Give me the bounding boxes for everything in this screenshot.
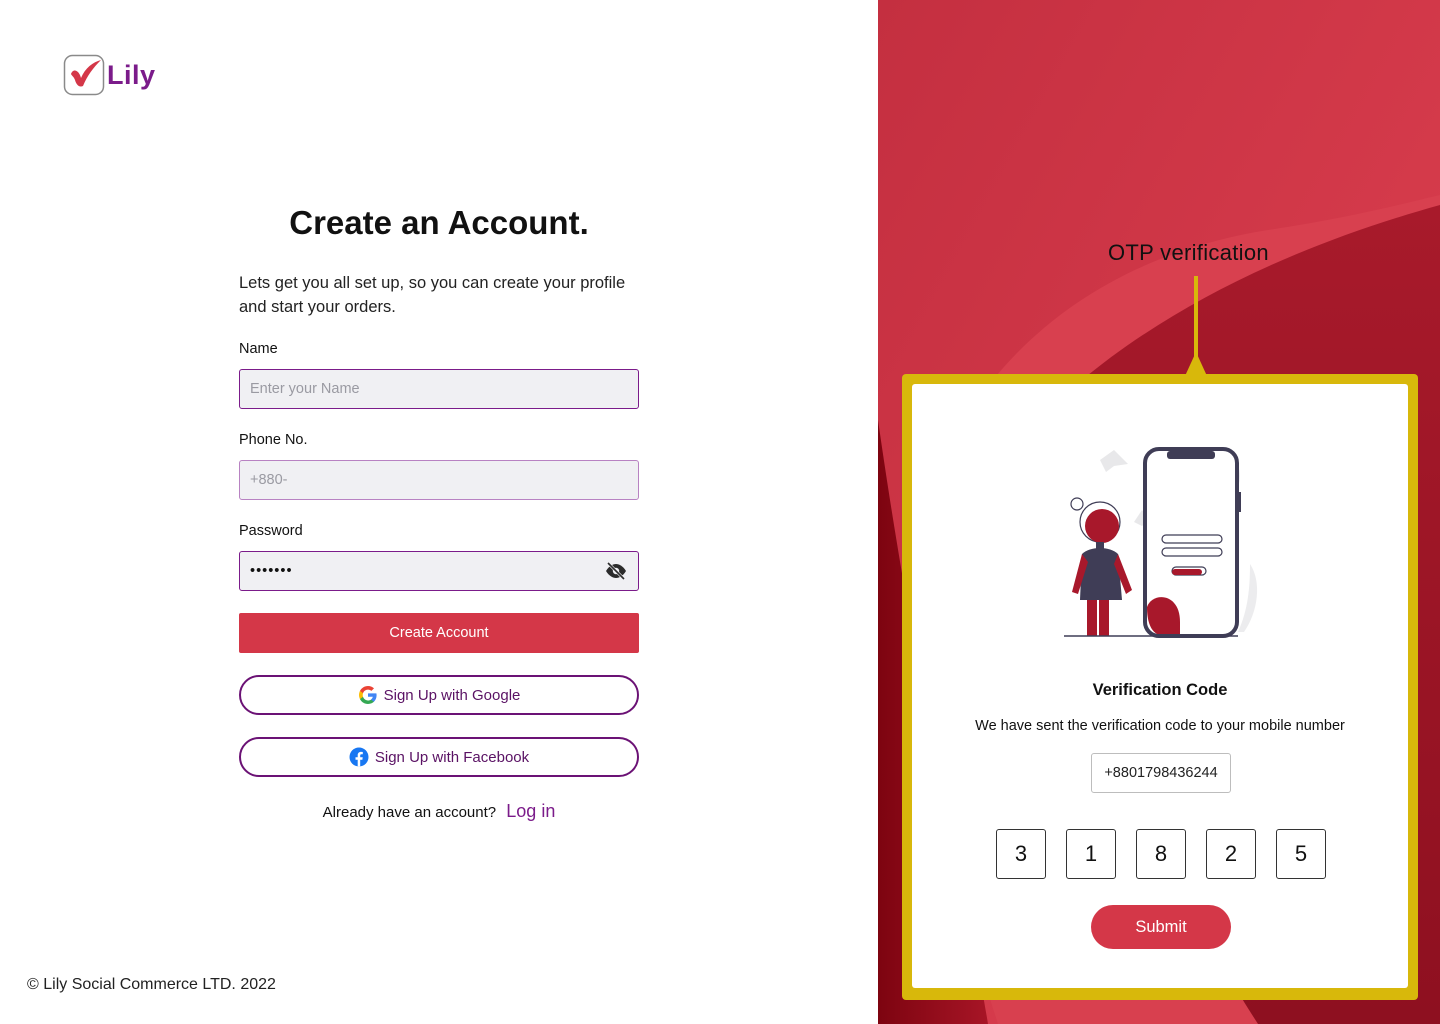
- phone-input[interactable]: [250, 472, 628, 488]
- otp-showcase-panel: OTP verification Verification Code We ha…: [878, 0, 1440, 1024]
- name-label: Name: [239, 341, 278, 357]
- otp-digit-3[interactable]: 8: [1136, 829, 1186, 879]
- google-icon: [358, 686, 377, 704]
- password-input[interactable]: [250, 563, 604, 579]
- submit-button[interactable]: Submit: [1091, 905, 1231, 949]
- password-field[interactable]: [239, 551, 639, 591]
- otp-annotation-label: OTP verification: [1108, 240, 1269, 265]
- google-button-label: Sign Up with Google: [383, 686, 521, 704]
- signup-panel: Lily Create an Account. Lets get you all…: [0, 0, 878, 1024]
- create-account-button[interactable]: Create Account: [239, 613, 639, 653]
- otp-digit-inputs: 3 1 8 2 5: [996, 829, 1326, 879]
- logo-check-icon: [63, 54, 105, 96]
- login-prompt: Already have an account? Log in: [239, 801, 639, 822]
- login-link[interactable]: Log in: [506, 801, 555, 821]
- phone-field[interactable]: [239, 460, 639, 500]
- name-input[interactable]: [250, 381, 628, 397]
- verification-message: We have sent the verification code to yo…: [975, 718, 1345, 734]
- highlight-frame: Verification Code We have sent the verif…: [902, 374, 1418, 1000]
- verification-title: Verification Code: [1092, 681, 1228, 699]
- facebook-icon: [349, 747, 369, 767]
- phone-verification-illustration: [1064, 447, 1258, 638]
- callout-line: [1194, 276, 1198, 358]
- otp-card: Verification Code We have sent the verif…: [912, 384, 1408, 988]
- otp-digit-2[interactable]: 1: [1066, 829, 1116, 879]
- page-subtitle: Lets get you all set up, so you can crea…: [239, 274, 626, 316]
- logo: Lily: [63, 54, 156, 96]
- google-signup-button[interactable]: Sign Up with Google: [239, 675, 639, 715]
- callout-arrow: [1185, 352, 1207, 376]
- logo-text: Lily: [107, 59, 156, 90]
- page-title: Create an Account.: [289, 204, 589, 241]
- password-label: Password: [239, 523, 303, 539]
- facebook-signup-button[interactable]: Sign Up with Facebook: [239, 737, 639, 777]
- name-field[interactable]: [239, 369, 639, 409]
- eye-slash-icon[interactable]: [604, 559, 628, 583]
- otp-digit-1[interactable]: 3: [996, 829, 1046, 879]
- otp-digit-5[interactable]: 5: [1276, 829, 1326, 879]
- phone-number-display: +8801798436244: [1091, 753, 1231, 793]
- phone-label: Phone No.: [239, 432, 308, 448]
- login-prompt-text: Already have an account?: [322, 804, 497, 821]
- copyright-text: © Lily Social Commerce LTD. 2022: [27, 976, 276, 993]
- otp-digit-4[interactable]: 2: [1206, 829, 1256, 879]
- facebook-button-label: Sign Up with Facebook: [374, 748, 530, 766]
